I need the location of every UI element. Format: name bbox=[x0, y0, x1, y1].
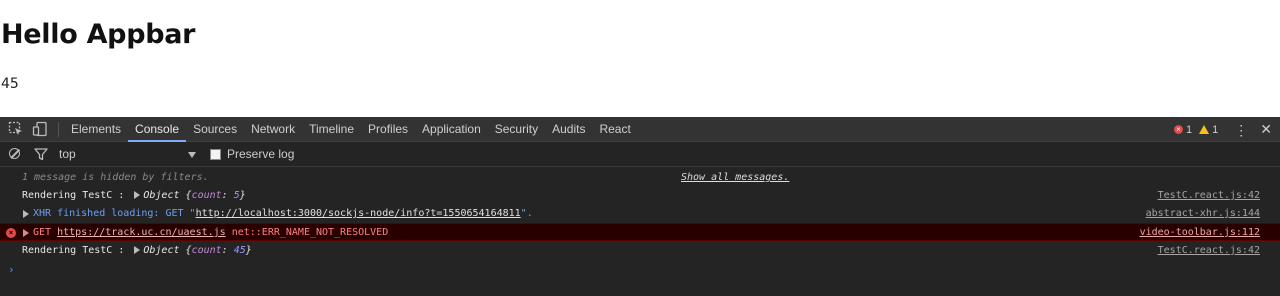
tab-security[interactable]: Security bbox=[488, 117, 545, 142]
hidden-messages-row: 1 message is hidden by filters. Show all… bbox=[0, 169, 1280, 187]
error-count[interactable]: 1 bbox=[1186, 124, 1192, 136]
context-selector[interactable]: top bbox=[59, 142, 76, 167]
devtools-tabbar: Elements Console Sources Network Timelin… bbox=[0, 117, 1280, 142]
error-icon[interactable]: × bbox=[1174, 125, 1184, 134]
tab-sources[interactable]: Sources bbox=[186, 117, 244, 142]
show-all-messages-link[interactable]: Show all messages. bbox=[681, 169, 789, 187]
xhr-suffix: ". bbox=[520, 208, 533, 219]
toolbar-divider bbox=[58, 122, 59, 137]
expand-object-icon[interactable] bbox=[134, 246, 141, 254]
tab-timeline[interactable]: Timeline bbox=[302, 117, 361, 142]
console-log-row: Rendering TestC : Object {count: 5} Test… bbox=[0, 187, 1280, 205]
tab-audits[interactable]: Audits bbox=[545, 117, 592, 142]
source-link[interactable]: TestC.react.js:42 bbox=[1158, 242, 1260, 260]
tab-react[interactable]: React bbox=[592, 117, 637, 142]
clear-console-icon[interactable] bbox=[9, 148, 20, 159]
preserve-log-label[interactable]: Preserve log bbox=[227, 142, 294, 167]
filter-icon[interactable] bbox=[34, 148, 48, 164]
preserve-log-checkbox[interactable] bbox=[210, 149, 221, 160]
expand-error-icon[interactable] bbox=[23, 229, 29, 237]
tab-application[interactable]: Application bbox=[415, 117, 488, 142]
tab-console[interactable]: Console bbox=[128, 117, 187, 142]
chevron-down-icon[interactable] bbox=[188, 152, 196, 158]
log-prefix: Rendering TestC : bbox=[22, 190, 131, 201]
device-toolbar-icon[interactable] bbox=[32, 121, 48, 137]
app-page: Hello Appbar 45 bbox=[0, 0, 1280, 117]
console-log-row: Rendering TestC : Object {count: 45} Tes… bbox=[0, 242, 1280, 260]
inspect-element-icon[interactable] bbox=[8, 121, 24, 137]
object-label[interactable]: Object bbox=[143, 245, 179, 256]
object-label[interactable]: Object bbox=[143, 190, 179, 201]
page-title: Hello Appbar bbox=[1, 19, 196, 50]
console-prompt-icon[interactable]: › bbox=[8, 263, 15, 276]
object-key: count bbox=[191, 245, 222, 256]
console-filterbar: top Preserve log bbox=[0, 142, 1280, 167]
object-key: count bbox=[191, 190, 222, 201]
tab-profiles[interactable]: Profiles bbox=[361, 117, 415, 142]
close-icon[interactable]: ✕ bbox=[1260, 121, 1272, 138]
devtools-panel: Elements Console Sources Network Timelin… bbox=[0, 117, 1280, 296]
hidden-message-text: 1 message is hidden by filters. bbox=[22, 172, 209, 183]
xhr-label: XHR finished loading: GET " bbox=[33, 208, 196, 219]
error-url-link[interactable]: https://track.uc.cn/uaest.js bbox=[57, 227, 226, 238]
console-error-row: × GET https://track.uc.cn/uaest.js net::… bbox=[0, 223, 1280, 241]
expand-xhr-icon[interactable] bbox=[23, 210, 29, 218]
source-link[interactable]: TestC.react.js:42 bbox=[1158, 187, 1260, 205]
warning-icon[interactable] bbox=[1199, 125, 1210, 134]
tab-elements[interactable]: Elements bbox=[64, 117, 128, 142]
console-xhr-row: XHR finished loading: GET "http://localh… bbox=[0, 205, 1280, 223]
console-output: 1 message is hidden by filters. Show all… bbox=[0, 167, 1280, 296]
xhr-url-link[interactable]: http://localhost:3000/sockjs-node/info?t… bbox=[196, 208, 521, 219]
more-options-icon[interactable]: ⋮ bbox=[1234, 123, 1248, 137]
error-method: GET bbox=[33, 227, 58, 238]
expand-object-icon[interactable] bbox=[134, 191, 141, 199]
object-value: 45 bbox=[233, 245, 246, 256]
error-circle-icon: × bbox=[6, 228, 16, 238]
tab-network[interactable]: Network bbox=[244, 117, 302, 142]
log-prefix: Rendering TestC : bbox=[22, 245, 131, 256]
error-message: net::ERR_NAME_NOT_RESOLVED bbox=[225, 227, 389, 238]
source-link[interactable]: abstract-xhr.js:144 bbox=[1146, 205, 1260, 223]
count-value: 45 bbox=[1, 76, 19, 92]
devtools-tabs: Elements Console Sources Network Timelin… bbox=[64, 117, 638, 142]
warning-count[interactable]: 1 bbox=[1212, 124, 1218, 136]
issue-counters: × 1 1 ⋮ ✕ bbox=[1174, 117, 1280, 142]
source-link[interactable]: video-toolbar.js:112 bbox=[1140, 224, 1260, 242]
